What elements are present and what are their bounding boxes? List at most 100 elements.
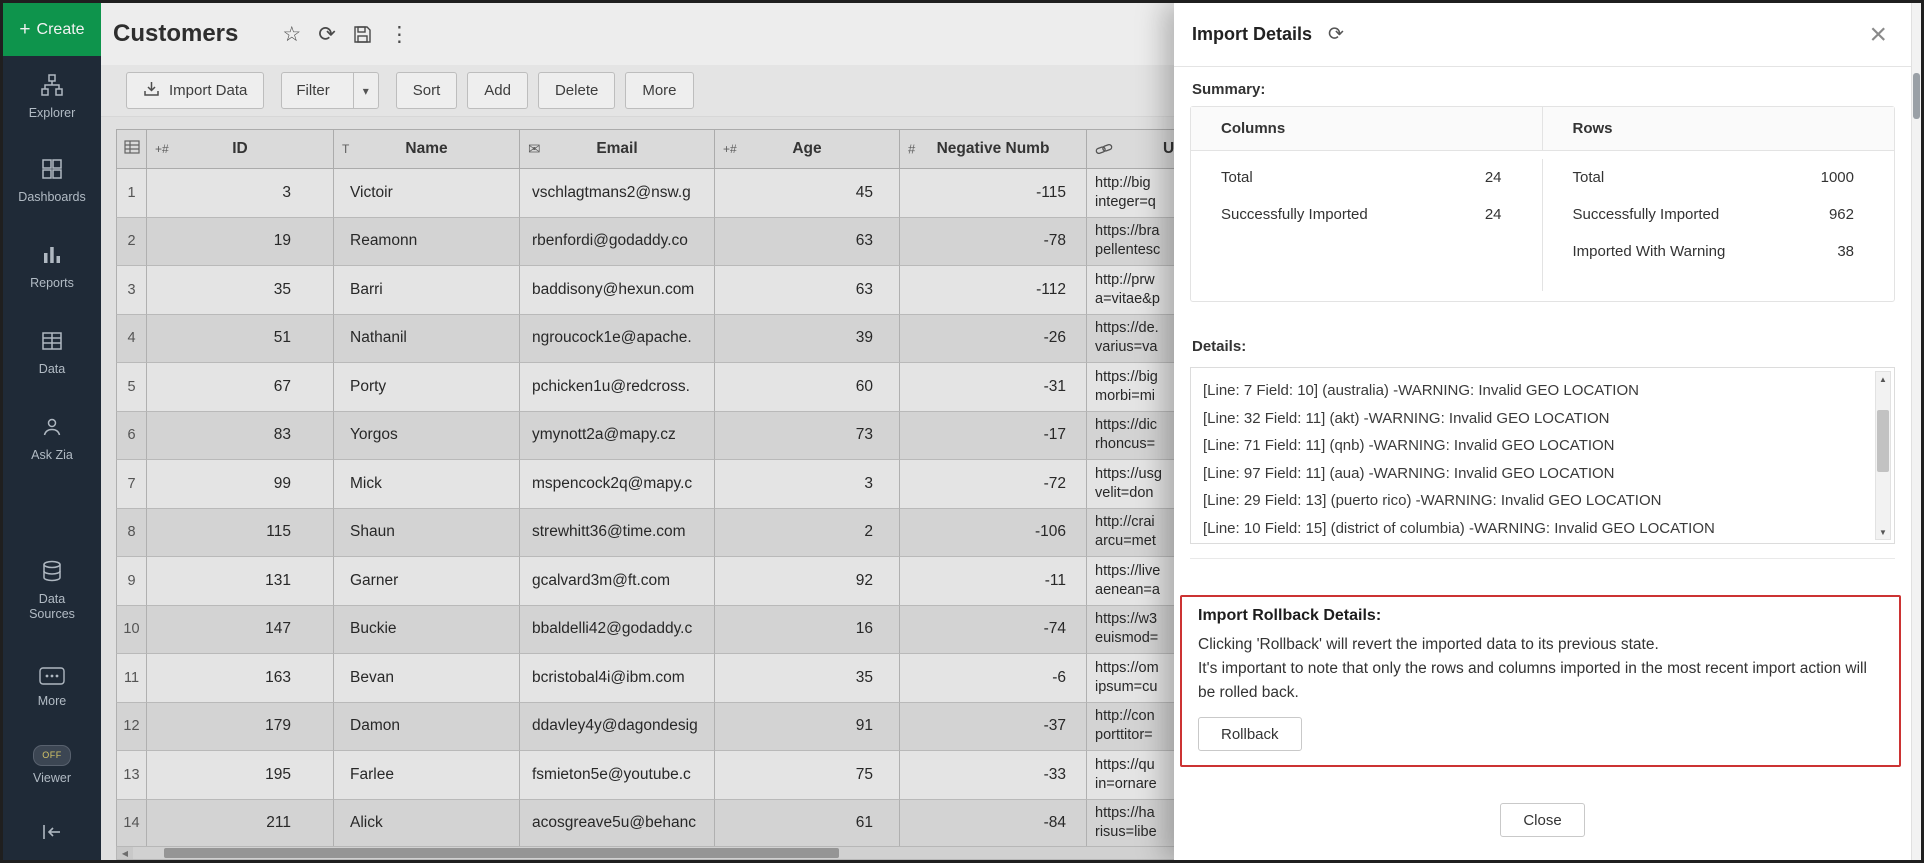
table-row[interactable]: 14 211 Alick acosgreave5u@behanc 61 -84 … [116, 800, 1307, 849]
sidebar-item-ask-zia[interactable]: Ask Zia [3, 415, 101, 463]
delete-button[interactable]: Delete [538, 72, 615, 109]
cell-negative-number[interactable]: -6 [900, 654, 1087, 703]
cell-email[interactable]: baddisony@hexun.com [520, 266, 715, 315]
cell-age[interactable]: 16 [715, 606, 900, 655]
cell-name[interactable]: Buckie [334, 606, 520, 655]
cell-negative-number[interactable]: -74 [900, 606, 1087, 655]
filter-button[interactable]: Filter ▾ [281, 72, 378, 109]
cell-email[interactable]: bbaldelli42@godaddy.c [520, 606, 715, 655]
column-header-name[interactable]: T Name [334, 130, 520, 169]
viewer-off-toggle[interactable]: OFF [33, 745, 71, 766]
cell-id[interactable]: 211 [147, 800, 334, 849]
cell-email[interactable]: pchicken1u@redcross. [520, 363, 715, 412]
cell-age[interactable]: 2 [715, 509, 900, 558]
cell-name[interactable]: Damon [334, 703, 520, 752]
cell-age[interactable]: 45 [715, 169, 900, 218]
cell-age[interactable]: 3 [715, 460, 900, 509]
rollback-button[interactable]: Rollback [1198, 717, 1302, 751]
sidebar-collapse-button[interactable] [3, 823, 101, 845]
cell-age[interactable]: 63 [715, 266, 900, 315]
cell-id[interactable]: 179 [147, 703, 334, 752]
table-row[interactable]: 7 99 Mick mspencock2q@mapy.c 3 -72 https… [116, 460, 1307, 509]
table-row[interactable]: 9 131 Garner gcalvard3m@ft.com 92 -11 ht… [116, 557, 1307, 606]
cell-email[interactable]: acosgreave5u@behanc [520, 800, 715, 849]
cell-name[interactable]: Alick [334, 800, 520, 849]
cell-age[interactable]: 35 [715, 654, 900, 703]
cell-negative-number[interactable]: -33 [900, 751, 1087, 800]
cell-id[interactable]: 51 [147, 315, 334, 364]
row-selector-header[interactable] [116, 130, 147, 169]
more-button[interactable]: More [625, 72, 693, 109]
cell-name[interactable]: Reamonn [334, 218, 520, 267]
cell-negative-number[interactable]: -84 [900, 800, 1087, 849]
table-row[interactable]: 3 35 Barri baddisony@hexun.com 63 -112 h… [116, 266, 1307, 315]
table-row[interactable]: 10 147 Buckie bbaldelli42@godaddy.c 16 -… [116, 606, 1307, 655]
cell-age[interactable]: 73 [715, 412, 900, 461]
cell-id[interactable]: 131 [147, 557, 334, 606]
cell-email[interactable]: ngroucock1e@apache. [520, 315, 715, 364]
cell-id[interactable]: 163 [147, 654, 334, 703]
cell-email[interactable]: ymynott2a@mapy.cz [520, 412, 715, 461]
cell-negative-number[interactable]: -106 [900, 509, 1087, 558]
cell-id[interactable]: 3 [147, 169, 334, 218]
sidebar-item-data-sources[interactable]: Data Sources [3, 559, 101, 622]
cell-name[interactable]: Bevan [334, 654, 520, 703]
cell-name[interactable]: Nathanil [334, 315, 520, 364]
cell-email[interactable]: vschlagtmans2@nsw.g [520, 169, 715, 218]
page-scrollbar-thumb[interactable] [1913, 73, 1920, 119]
cell-id[interactable]: 83 [147, 412, 334, 461]
save-icon[interactable] [353, 25, 372, 44]
sidebar-item-more[interactable]: More [3, 667, 101, 709]
details-scrollbar[interactable]: ▲ ▼ [1875, 371, 1891, 540]
refresh-icon[interactable]: ⟳ [318, 22, 336, 47]
import-data-button[interactable]: Import Data [126, 72, 264, 109]
cell-negative-number[interactable]: -112 [900, 266, 1087, 315]
sidebar-item-dashboards[interactable]: Dashboards [3, 157, 101, 205]
sort-button[interactable]: Sort [396, 72, 458, 109]
cell-negative-number[interactable]: -17 [900, 412, 1087, 461]
cell-age[interactable]: 61 [715, 800, 900, 849]
refresh-icon[interactable]: ⟳ [1328, 23, 1344, 46]
cell-age[interactable]: 92 [715, 557, 900, 606]
scroll-down-arrow-icon[interactable]: ▼ [1876, 525, 1890, 539]
column-header-id[interactable]: +# ID [147, 130, 334, 169]
close-button[interactable]: Close [1500, 803, 1584, 837]
cell-email[interactable]: strewhitt36@time.com [520, 509, 715, 558]
table-row[interactable]: 13 195 Farlee fsmieton5e@youtube.c 75 -3… [116, 751, 1307, 800]
table-row[interactable]: 12 179 Damon ddavley4y@dagondesig 91 -37… [116, 703, 1307, 752]
cell-id[interactable]: 195 [147, 751, 334, 800]
cell-email[interactable]: rbenfordi@godaddy.co [520, 218, 715, 267]
page-vertical-scrollbar[interactable] [1911, 3, 1921, 860]
cell-name[interactable]: Shaun [334, 509, 520, 558]
favorite-star-icon[interactable]: ☆ [282, 22, 301, 47]
cell-negative-number[interactable]: -26 [900, 315, 1087, 364]
cell-email[interactable]: bcristobal4i@ibm.com [520, 654, 715, 703]
column-header-negative-number[interactable]: # Negative Numb [900, 130, 1087, 169]
cell-email[interactable]: fsmieton5e@youtube.c [520, 751, 715, 800]
cell-name[interactable]: Porty [334, 363, 520, 412]
cell-id[interactable]: 19 [147, 218, 334, 267]
horizontal-scrollbar[interactable]: ◀ [116, 846, 1236, 860]
sidebar-item-reports[interactable]: Reports [3, 243, 101, 291]
sidebar-item-viewer[interactable]: OFF Viewer [3, 745, 101, 786]
scroll-up-arrow-icon[interactable]: ▲ [1876, 372, 1890, 386]
scroll-left-arrow-icon[interactable]: ◀ [117, 847, 133, 859]
cell-name[interactable]: Mick [334, 460, 520, 509]
sidebar-item-explorer[interactable]: Explorer [3, 73, 101, 121]
cell-id[interactable]: 67 [147, 363, 334, 412]
table-row[interactable]: 11 163 Bevan bcristobal4i@ibm.com 35 -6 … [116, 654, 1307, 703]
column-header-email[interactable]: ✉ Email [520, 130, 715, 169]
cell-age[interactable]: 75 [715, 751, 900, 800]
table-row[interactable]: 6 83 Yorgos ymynott2a@mapy.cz 73 -17 htt… [116, 412, 1307, 461]
cell-negative-number[interactable]: -72 [900, 460, 1087, 509]
cell-age[interactable]: 63 [715, 218, 900, 267]
cell-negative-number[interactable]: -78 [900, 218, 1087, 267]
cell-negative-number[interactable]: -115 [900, 169, 1087, 218]
cell-age[interactable]: 39 [715, 315, 900, 364]
cell-age[interactable]: 91 [715, 703, 900, 752]
cell-id[interactable]: 147 [147, 606, 334, 655]
cell-id[interactable]: 115 [147, 509, 334, 558]
cell-email[interactable]: gcalvard3m@ft.com [520, 557, 715, 606]
horizontal-scrollbar-thumb[interactable] [164, 848, 839, 858]
cell-negative-number[interactable]: -31 [900, 363, 1087, 412]
